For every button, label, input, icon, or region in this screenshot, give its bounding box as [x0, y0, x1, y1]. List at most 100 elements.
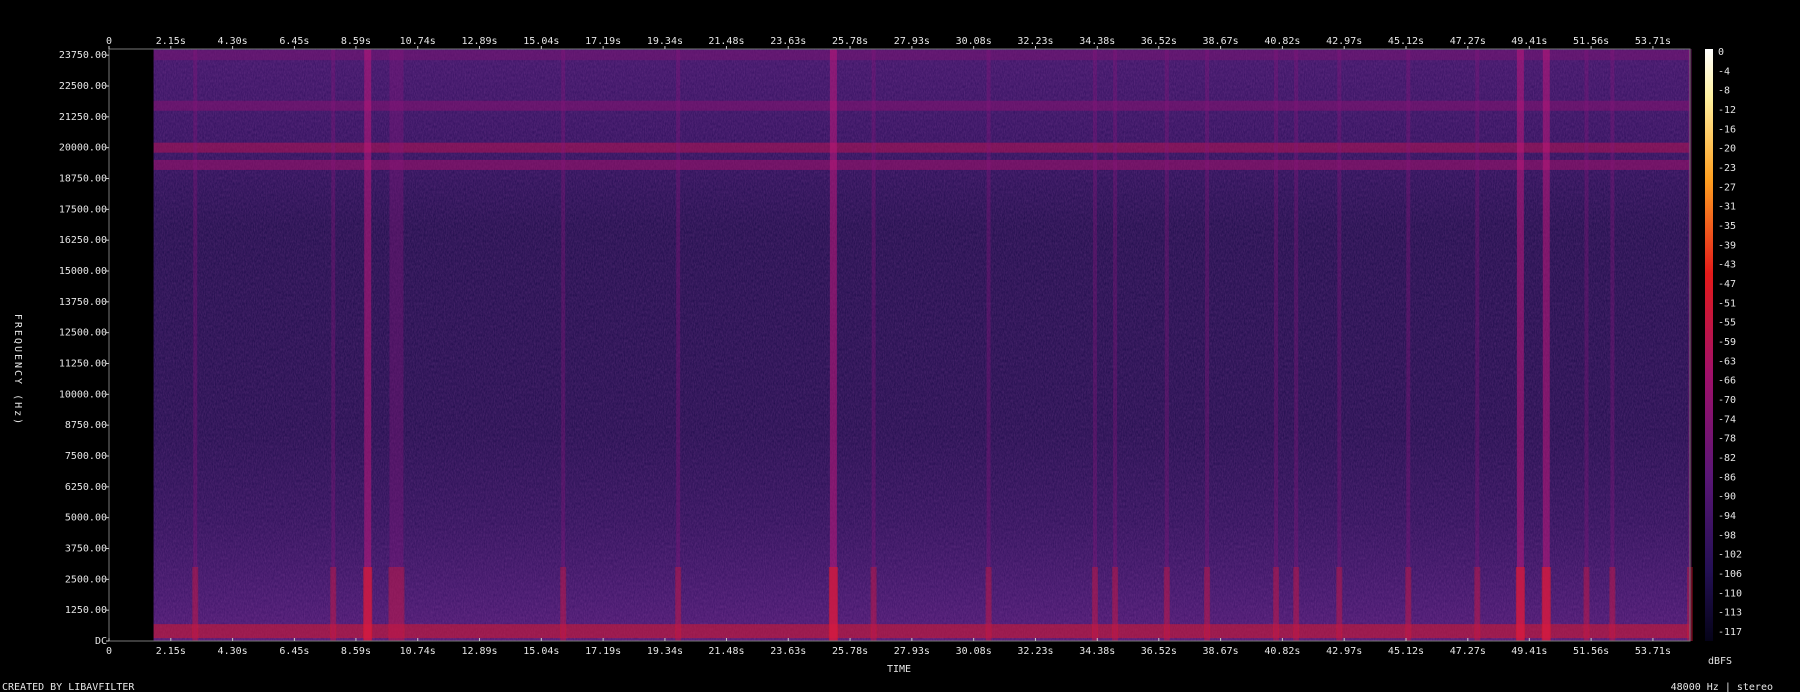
- time-event-streak: [1337, 49, 1342, 641]
- time-event-streak: [364, 49, 372, 641]
- x-tick-label: 12.89s: [461, 36, 497, 47]
- colorbar-tick-label: -86: [1718, 472, 1736, 483]
- time-event-low-energy: [870, 567, 877, 641]
- y-tick-label: 11250.00: [59, 359, 107, 370]
- colorbar-gradient: [1705, 49, 1713, 641]
- spectrogram-chart: 0 2.15s 4.30s 6.45s 8.59s 10.74s 12.89s 15.04s 1…: [2, 36, 1773, 692]
- footer-format: 48000 Hz | stereo: [1671, 682, 1773, 692]
- time-event-streak: [1205, 49, 1210, 641]
- colorbar: 0 -4 -8 -12 -16 -20 -23 -27 -31 -35 -39 -43 -47 -51 -5…: [1705, 47, 1742, 667]
- time-event-streak: [1164, 49, 1169, 641]
- frequency-band: [153, 100, 1691, 111]
- x-tick-label: 47.27s: [1450, 36, 1486, 47]
- x-axis-top: 0 2.15s 4.30s 6.45s 8.59s 10.74s 12.89s 15.04s 1…: [106, 36, 1671, 49]
- spectrogram-noise-texture: [109, 49, 1690, 641]
- y-tick-label: 7500.00: [65, 451, 107, 462]
- colorbar-tick-label: -8: [1718, 86, 1730, 97]
- y-tick-label: 17500.00: [59, 204, 107, 215]
- time-event-streak: [676, 49, 681, 641]
- colorbar-ticks: 0 -4 -8 -12 -16 -20 -23 -27 -31 -35 -39 -43 -47 -51 -5…: [1718, 47, 1742, 638]
- colorbar-tick-label: -94: [1718, 511, 1736, 522]
- y-tick-label: 8750.00: [65, 420, 107, 431]
- y-axis-label: FREQUENCY (Hz): [12, 314, 23, 426]
- frequency-band: [153, 624, 1691, 639]
- time-event-streak: [1610, 49, 1615, 641]
- silent-lead-in: [109, 49, 154, 641]
- x-tick-label: 51.56s: [1573, 36, 1609, 47]
- x-tick-label: 45.12s: [1388, 36, 1424, 47]
- colorbar-tick-label: -47: [1718, 279, 1736, 290]
- y-tick-label: 21250.00: [59, 112, 107, 123]
- colorbar-tick-label: -98: [1718, 530, 1736, 541]
- frequency-band: [153, 159, 1691, 170]
- time-event-low-energy: [388, 567, 405, 641]
- colorbar-tick-label: -59: [1718, 337, 1736, 348]
- colorbar-tick-label: -106: [1718, 569, 1742, 580]
- x-tick-label: 53.71s: [1635, 646, 1671, 657]
- x-tick-label: 36.52s: [1141, 36, 1177, 47]
- time-event-low-energy: [330, 567, 337, 641]
- time-event-streak: [1584, 49, 1589, 641]
- x-tick-label: 23.63s: [770, 646, 806, 657]
- x-tick-label: 32.23s: [1017, 36, 1053, 47]
- colorbar-tick-label: -27: [1718, 182, 1736, 193]
- x-tick-label: 32.23s: [1017, 646, 1053, 657]
- footer-credit: CREATED BY LIBAVFILTER: [2, 682, 135, 692]
- x-tick-label: 53.71s: [1635, 36, 1671, 47]
- y-tick-label: 20000.00: [59, 143, 107, 154]
- colorbar-tick-label: -4: [1718, 66, 1730, 77]
- time-event-low-energy: [1204, 567, 1211, 641]
- y-tick-label: 15000.00: [59, 266, 107, 277]
- colorbar-tick-label: -31: [1718, 202, 1736, 213]
- x-tick-label: 19.34s: [647, 36, 683, 47]
- time-event-streak: [829, 49, 837, 641]
- time-event-streak: [389, 49, 404, 641]
- x-tick-label: 25.78s: [832, 36, 868, 47]
- x-tick-label: 30.08s: [956, 646, 992, 657]
- x-tick-label: 8.59s: [341, 646, 371, 657]
- colorbar-tick-label: -16: [1718, 124, 1736, 135]
- y-tick-label: 10000.00: [59, 389, 107, 400]
- time-event-low-energy: [1273, 567, 1280, 641]
- x-tick-label: 34.38s: [1079, 646, 1115, 657]
- colorbar-tick-label: -66: [1718, 376, 1736, 387]
- time-event-streak: [1274, 49, 1279, 641]
- x-tick-label: 45.12s: [1388, 646, 1424, 657]
- time-event-low-energy: [985, 567, 992, 641]
- time-event-low-energy: [560, 567, 567, 641]
- x-tick-label: 21.48s: [708, 36, 744, 47]
- x-tick-label: 15.04s: [523, 36, 559, 47]
- time-event-streak: [1092, 49, 1097, 641]
- colorbar-tick-label: -39: [1718, 240, 1736, 251]
- time-event-low-energy: [1112, 567, 1119, 641]
- y-tick-label: 12500.00: [59, 328, 107, 339]
- x-tick-label: 10.74s: [400, 36, 436, 47]
- time-event-streak: [986, 49, 991, 641]
- x-tick-label: 34.38s: [1079, 36, 1115, 47]
- colorbar-tick-label: 0: [1718, 47, 1724, 58]
- x-tick-label: 2.15s: [156, 646, 186, 657]
- y-tick-label: 13750.00: [59, 297, 107, 308]
- time-event-low-energy: [1541, 567, 1551, 641]
- time-event-low-energy: [1336, 567, 1343, 641]
- x-tick-label: 17.19s: [585, 36, 621, 47]
- frequency-band: [153, 142, 1691, 153]
- time-event-streak: [1294, 49, 1299, 641]
- y-tick-label: 22500.00: [59, 81, 107, 92]
- time-event-low-energy: [1163, 567, 1170, 641]
- y-tick-label: 16250.00: [59, 235, 107, 246]
- y-tick-label: 1250.00: [65, 605, 107, 616]
- y-tick-label: 3750.00: [65, 544, 107, 555]
- colorbar-tick-label: -23: [1718, 163, 1736, 174]
- x-tick-label: 38.67s: [1203, 646, 1239, 657]
- colorbar-label: dBFS: [1708, 656, 1732, 667]
- time-event-low-energy: [363, 567, 373, 641]
- x-axis-label: TIME: [887, 664, 911, 675]
- x-tick-label: 0: [106, 36, 112, 47]
- y-tick-label: 23750.00: [59, 50, 107, 61]
- x-tick-label: 49.41s: [1511, 36, 1547, 47]
- colorbar-tick-label: -55: [1718, 318, 1736, 329]
- time-event-low-energy: [1515, 567, 1525, 641]
- time-event-low-energy: [1091, 567, 1098, 641]
- time-event-low-energy: [1609, 567, 1616, 641]
